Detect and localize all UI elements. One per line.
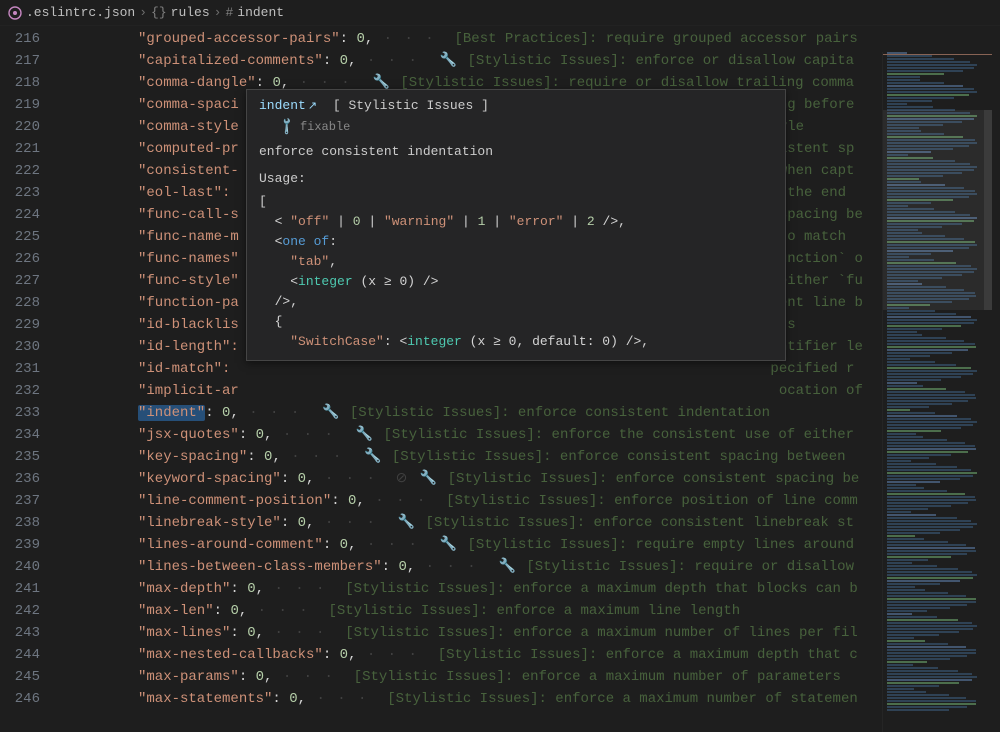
line-number: 237 [0, 490, 58, 512]
hover-usage-body: [ < "off" | 0 | "warning" | 1 | "error" … [259, 192, 773, 352]
code-line[interactable]: "indent": 0, · · · 🔧 [Stylistic Issues]:… [58, 402, 1000, 424]
breadcrumb[interactable]: .eslintrc.json › {} rules › # indent [0, 0, 1000, 26]
line-number: 224 [0, 204, 58, 226]
breadcrumb-file[interactable]: .eslintrc.json [26, 5, 135, 20]
code-line[interactable]: "id-match":pecified r [58, 358, 1000, 380]
code-line[interactable]: "max-lines": 0, · · · [Stylistic Issues]… [58, 622, 1000, 644]
hover-tooltip: indent↗ [ Stylistic Issues ] 🔧fixable en… [246, 89, 786, 361]
hover-category: [ Stylistic Issues ] [333, 98, 489, 113]
line-number: 240 [0, 556, 58, 578]
code-line[interactable]: "linebreak-style": 0, · · · 🔧 [Stylistic… [58, 512, 1000, 534]
braces-icon: {} [151, 5, 167, 20]
line-number: 243 [0, 622, 58, 644]
line-number: 223 [0, 182, 58, 204]
code-line[interactable]: "lines-between-class-members": 0, · · · … [58, 556, 1000, 578]
chevron-right-icon: › [139, 5, 147, 20]
line-number: 219 [0, 94, 58, 116]
external-link-icon[interactable]: ↗ [308, 101, 317, 113]
code-line[interactable]: "implicit-arocation of [58, 380, 1000, 402]
line-number: 244 [0, 644, 58, 666]
code-line[interactable]: "max-statements": 0, · · · [Stylistic Is… [58, 688, 1000, 710]
line-number: 221 [0, 138, 58, 160]
line-number: 220 [0, 116, 58, 138]
line-number: 217 [0, 50, 58, 72]
line-number: 234 [0, 424, 58, 446]
chevron-right-icon: › [214, 5, 222, 20]
line-number: 235 [0, 446, 58, 468]
line-number: 236 [0, 468, 58, 490]
minimap-scrollbar[interactable] [984, 52, 992, 732]
line-number: 233 [0, 402, 58, 424]
code-line[interactable]: "max-len": 0, · · · [Stylistic Issues]: … [58, 600, 1000, 622]
line-number: 227 [0, 270, 58, 292]
line-number: 241 [0, 578, 58, 600]
code-line[interactable]: "jsx-quotes": 0, · · · 🔧 [Stylistic Issu… [58, 424, 1000, 446]
line-number: 238 [0, 512, 58, 534]
code-line[interactable]: "line-comment-position": 0, · · · [Styli… [58, 490, 1000, 512]
breadcrumb-rules[interactable]: rules [171, 5, 210, 20]
minimap-viewport[interactable] [883, 110, 992, 310]
line-number: 242 [0, 600, 58, 622]
line-number: 225 [0, 226, 58, 248]
hover-fixable: 🔧fixable [279, 119, 773, 134]
hover-rule-name[interactable]: indent [259, 98, 306, 113]
line-number: 230 [0, 336, 58, 358]
hover-usage-label: Usage: [259, 171, 773, 186]
code-line[interactable]: "max-depth": 0, · · · [Stylistic Issues]… [58, 578, 1000, 600]
line-number-gutter: 2162172182192202212222232242252262272282… [0, 26, 58, 710]
code-line[interactable]: "keyword-spacing": 0, · · · ⊘ 🔧 [Stylist… [58, 468, 1000, 490]
breadcrumb-indent[interactable]: indent [237, 5, 284, 20]
line-number: 229 [0, 314, 58, 336]
code-line[interactable]: "grouped-accessor-pairs": 0, · · · [Best… [58, 28, 1000, 50]
line-number: 232 [0, 380, 58, 402]
code-line[interactable]: "key-spacing": 0, · · · 🔧 [Stylistic Iss… [58, 446, 1000, 468]
hash-icon: # [225, 5, 233, 20]
hover-description: enforce consistent indentation [259, 144, 773, 159]
code-line[interactable]: "max-nested-callbacks": 0, · · · [Stylis… [58, 644, 1000, 666]
line-number: 222 [0, 160, 58, 182]
wrench-icon: 🔧 [276, 116, 297, 137]
line-number: 245 [0, 666, 58, 688]
line-number: 216 [0, 28, 58, 50]
line-number: 246 [0, 688, 58, 710]
line-number: 218 [0, 72, 58, 94]
json-file-icon [8, 6, 22, 20]
code-line[interactable]: "max-params": 0, · · · [Stylistic Issues… [58, 666, 1000, 688]
line-number: 239 [0, 534, 58, 556]
minimap[interactable] [882, 52, 992, 732]
line-number: 231 [0, 358, 58, 380]
line-number: 228 [0, 292, 58, 314]
editor-area[interactable]: 2162172182192202212222232242252262272282… [0, 26, 1000, 710]
code-line[interactable]: "capitalized-comments": 0, · · · 🔧 [Styl… [58, 50, 1000, 72]
line-number: 226 [0, 248, 58, 270]
code-line[interactable]: "lines-around-comment": 0, · · · 🔧 [Styl… [58, 534, 1000, 556]
